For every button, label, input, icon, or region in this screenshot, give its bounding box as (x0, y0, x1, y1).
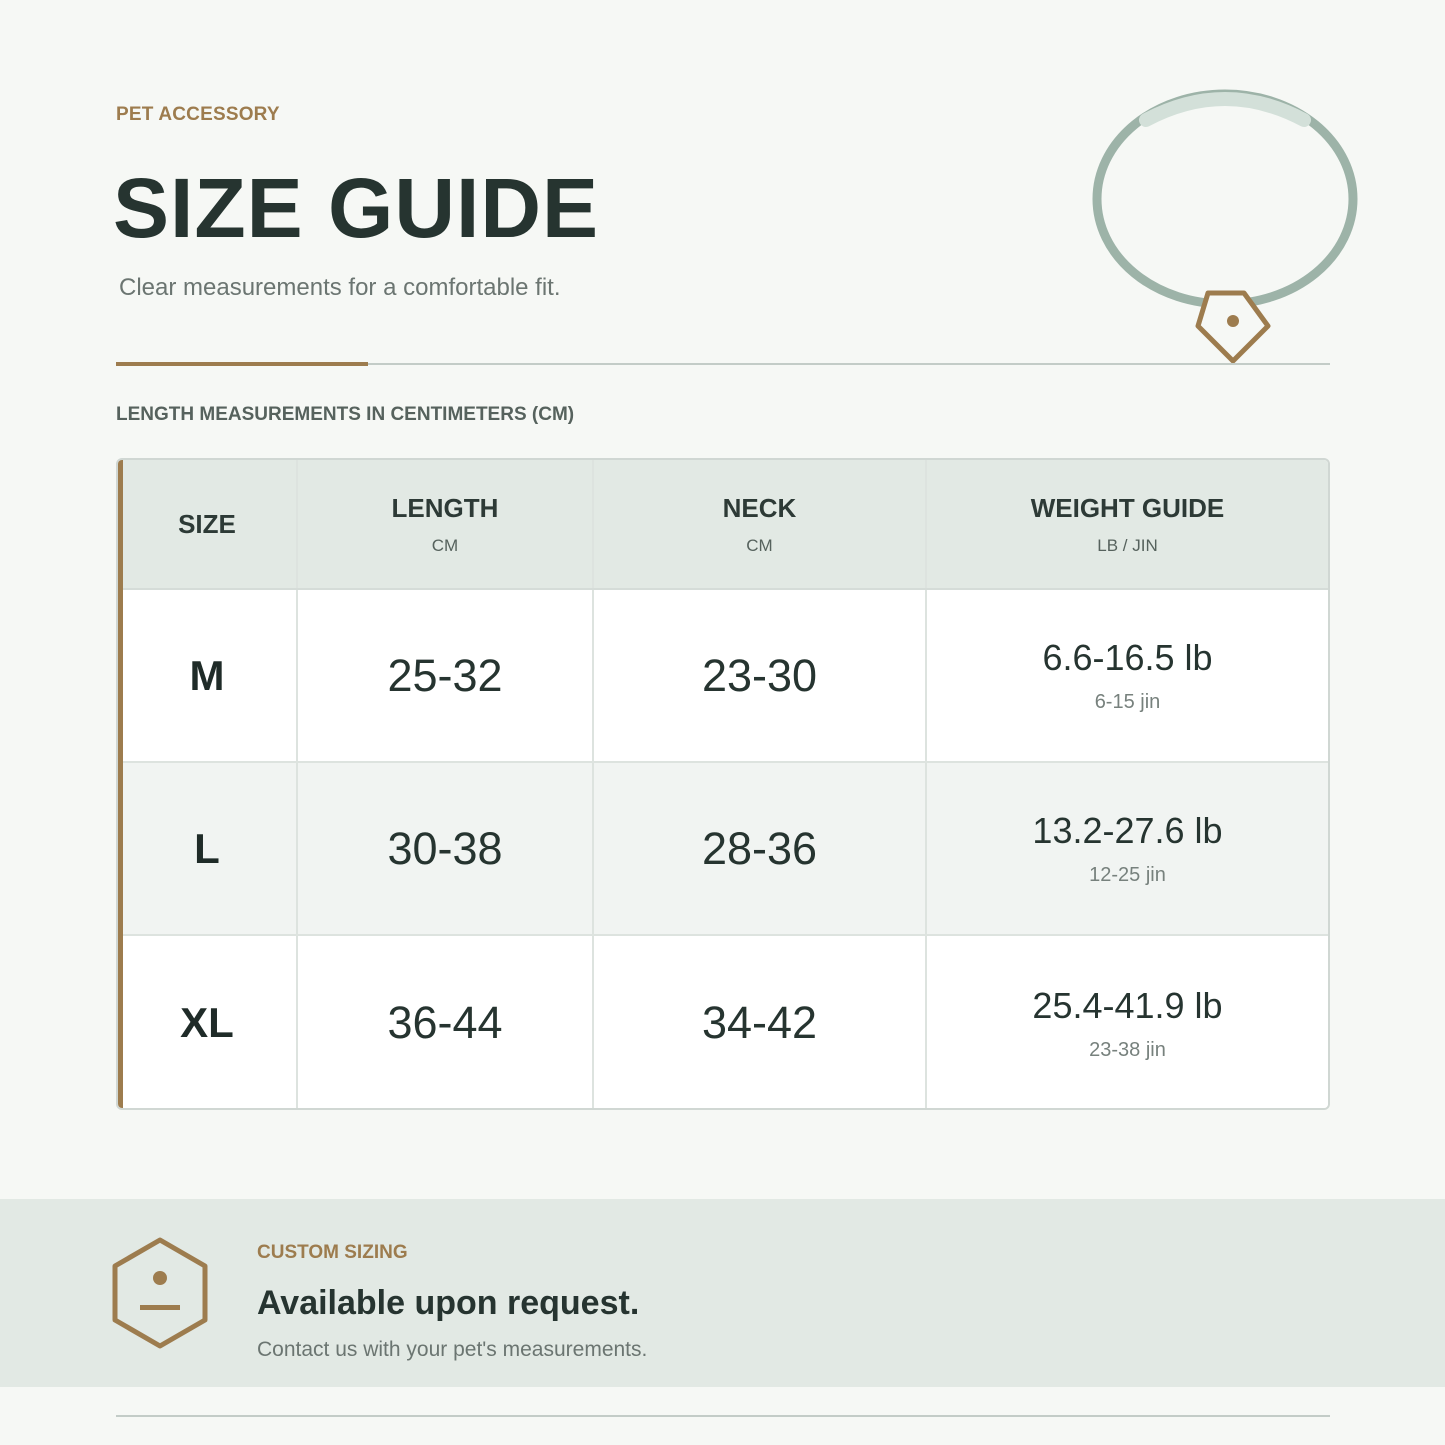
custom-sizing-headline: Available upon request. (257, 1284, 640, 1322)
page-subtitle: Clear measurements for a comfortable fit… (119, 274, 561, 301)
length-cell: 25-32 (298, 590, 594, 761)
header-unit: LB / JIN (1097, 535, 1158, 555)
size-label: XL (180, 999, 234, 1046)
collar-with-tag-icon (1092, 89, 1358, 364)
length-cell: 30-38 (298, 763, 594, 934)
table-row: M 25-32 23-30 6.6-16.5 lb 6-15 jin (118, 590, 1328, 763)
weight-jin: 6-15 jin (1094, 691, 1161, 713)
length-value: 36-44 (387, 997, 503, 1048)
table-header-row: SIZE LENGTH CM NECK CM WEIGHT GUIDE LB /… (118, 460, 1328, 590)
eyebrow-label: PET ACCESSORY (116, 104, 280, 125)
footer-divider (116, 1415, 1330, 1417)
weight-lb: 25.4-41.9 lb (1032, 984, 1223, 1026)
header-unit: CM (746, 535, 773, 555)
header-label: WEIGHT GUIDE (1030, 492, 1225, 523)
header-unit: CM (431, 535, 459, 555)
size-label: M (189, 651, 225, 699)
neck-value: 28-36 (701, 822, 818, 874)
weight-cell: 25.4-41.9 lb 23-38 jin (927, 936, 1328, 1108)
length-cell: 36-44 (298, 936, 594, 1108)
header-cell-length: LENGTH CM (298, 460, 594, 588)
header-label: NECK (722, 492, 797, 523)
header-cell-weight: WEIGHT GUIDE LB / JIN (927, 460, 1328, 588)
table-row: L 30-38 28-36 13.2-27.6 lb 12-25 jin (118, 763, 1328, 936)
hexagon-badge-icon (112, 1237, 208, 1349)
weight-lb: 13.2-27.6 lb (1032, 810, 1223, 851)
custom-sizing-band (0, 1199, 1445, 1387)
weight-jin: 12-25 jin (1089, 864, 1166, 886)
table-caption: LENGTH MEASUREMENTS IN CENTIMETERS (CM) (116, 404, 575, 425)
custom-sizing-eyebrow: CUSTOM SIZING (257, 1242, 408, 1263)
weight-lb: 6.6-16.5 lb (1042, 637, 1213, 678)
size-cell: L (118, 763, 298, 934)
length-value: 30-38 (387, 822, 503, 874)
size-cell: XL (118, 936, 298, 1108)
weight-jin: 23-38 jin (1089, 1038, 1166, 1061)
neck-cell: 34-42 (594, 936, 927, 1108)
page-title: SIZE GUIDE (113, 161, 600, 255)
neck-cell: 23-30 (594, 590, 927, 761)
table-row: XL 36-44 34-42 25.4-41.9 lb 23-38 jin (118, 936, 1328, 1108)
size-label: L (194, 824, 220, 872)
weight-cell: 6.6-16.5 lb 6-15 jin (927, 590, 1328, 761)
neck-value: 34-42 (701, 997, 818, 1048)
neck-value: 23-30 (701, 649, 818, 701)
weight-cell: 13.2-27.6 lb 12-25 jin (927, 763, 1328, 934)
neck-cell: 28-36 (594, 763, 927, 934)
header-divider-accent (116, 362, 368, 366)
table-accent-bar (118, 460, 123, 1108)
header-cell-neck: NECK CM (594, 460, 927, 588)
header-cell-size: SIZE (118, 460, 298, 588)
header-label: LENGTH (391, 492, 499, 523)
length-value: 25-32 (387, 649, 503, 701)
size-table: SIZE LENGTH CM NECK CM WEIGHT GUIDE LB /… (116, 458, 1330, 1110)
size-cell: M (118, 590, 298, 761)
custom-sizing-text: Contact us with your pet's measurements. (257, 1338, 648, 1361)
header-label: SIZE (178, 508, 236, 539)
